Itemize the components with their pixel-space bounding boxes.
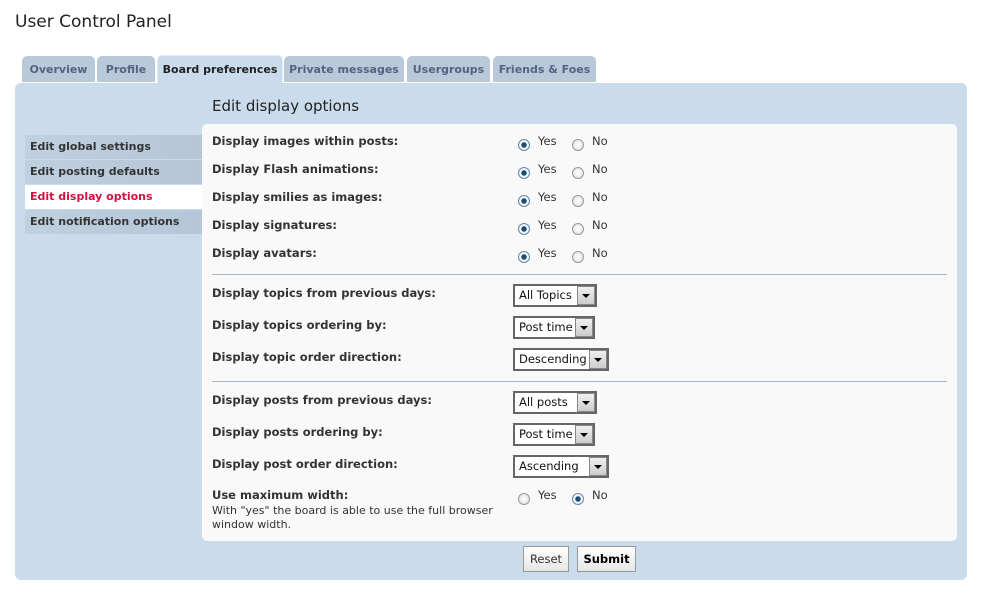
no-radio[interactable] bbox=[572, 223, 584, 235]
tab-overview[interactable]: Overview bbox=[22, 56, 95, 82]
option-label: Display topic order direction: bbox=[212, 350, 402, 364]
sidebar-item-posting-defaults[interactable]: Edit posting defaults bbox=[25, 160, 202, 184]
selected-value: Descending bbox=[519, 352, 587, 366]
tab-board-preferences[interactable]: Board preferences bbox=[157, 55, 283, 84]
max-width-label: Use maximum width: bbox=[212, 488, 348, 502]
yes-label: Yes bbox=[538, 162, 557, 176]
yes-label: Yes bbox=[538, 488, 557, 502]
selected-value: All posts bbox=[519, 395, 568, 409]
sidebar-item-global-settings[interactable]: Edit global settings bbox=[25, 135, 202, 159]
option-select[interactable]: Post time bbox=[513, 316, 595, 339]
max-width-yes-radio[interactable] bbox=[518, 493, 530, 505]
yes-label: Yes bbox=[538, 218, 557, 232]
chevron-down-icon[interactable] bbox=[575, 425, 593, 444]
selected-value: All Topics bbox=[519, 288, 572, 302]
no-radio[interactable] bbox=[572, 139, 584, 151]
no-radio[interactable] bbox=[572, 167, 584, 179]
option-label: Display post order direction: bbox=[212, 457, 398, 471]
sidebar-item-notification-options[interactable]: Edit notification options bbox=[25, 210, 202, 234]
max-width-no-radio[interactable] bbox=[572, 493, 584, 505]
yes-radio[interactable] bbox=[518, 251, 530, 263]
option-label: Display Flash animations: bbox=[212, 162, 379, 176]
no-label: No bbox=[592, 246, 608, 260]
yes-radio[interactable] bbox=[518, 167, 530, 179]
no-label: No bbox=[592, 162, 608, 176]
option-label: Display posts from previous days: bbox=[212, 393, 432, 407]
divider bbox=[212, 274, 947, 275]
no-radio[interactable] bbox=[572, 195, 584, 207]
max-width-explain: With "yes" the board is able to use the … bbox=[212, 504, 512, 532]
no-radio[interactable] bbox=[572, 251, 584, 263]
no-label: No bbox=[592, 190, 608, 204]
selected-value: Ascending bbox=[519, 459, 579, 473]
option-label: Display images within posts: bbox=[212, 134, 398, 148]
chevron-down-icon[interactable] bbox=[589, 350, 607, 369]
option-label: Display topics ordering by: bbox=[212, 318, 387, 332]
option-label: Display avatars: bbox=[212, 246, 317, 260]
option-select[interactable]: All Topics bbox=[513, 284, 597, 307]
option-select[interactable]: Ascending bbox=[513, 455, 609, 478]
chevron-down-icon[interactable] bbox=[589, 457, 607, 476]
option-label: Display posts ordering by: bbox=[212, 425, 383, 439]
option-label: Display smilies as images: bbox=[212, 190, 382, 204]
option-select[interactable]: All posts bbox=[513, 391, 597, 414]
yes-label: Yes bbox=[538, 190, 557, 204]
selected-value: Post time bbox=[519, 320, 573, 334]
chevron-down-icon[interactable] bbox=[575, 318, 593, 337]
option-select[interactable]: Descending bbox=[513, 348, 609, 371]
tab-usergroups[interactable]: Usergroups bbox=[407, 56, 490, 82]
section-heading: Edit display options bbox=[212, 97, 359, 115]
yes-radio[interactable] bbox=[518, 139, 530, 151]
tab-friends-foes[interactable]: Friends & Foes bbox=[493, 56, 596, 82]
chevron-down-icon[interactable] bbox=[577, 393, 595, 412]
reset-button[interactable]: Reset bbox=[523, 546, 569, 572]
yes-radio[interactable] bbox=[518, 223, 530, 235]
option-select[interactable]: Post time bbox=[513, 423, 595, 446]
submit-button[interactable]: Submit bbox=[577, 546, 636, 572]
option-label: Display topics from previous days: bbox=[212, 286, 436, 300]
tab-profile[interactable]: Profile bbox=[97, 56, 155, 82]
sidebar-item-display-options[interactable]: Edit display options bbox=[25, 185, 202, 209]
yes-label: Yes bbox=[538, 246, 557, 260]
no-label: No bbox=[592, 488, 608, 502]
selected-value: Post time bbox=[519, 427, 573, 441]
no-label: No bbox=[592, 134, 608, 148]
option-label: Display signatures: bbox=[212, 218, 337, 232]
page-title: User Control Panel bbox=[15, 12, 172, 32]
chevron-down-icon[interactable] bbox=[577, 286, 595, 305]
divider bbox=[212, 381, 947, 382]
yes-label: Yes bbox=[538, 134, 557, 148]
yes-radio[interactable] bbox=[518, 195, 530, 207]
tab-private-messages[interactable]: Private messages bbox=[284, 56, 404, 82]
no-label: No bbox=[592, 218, 608, 232]
